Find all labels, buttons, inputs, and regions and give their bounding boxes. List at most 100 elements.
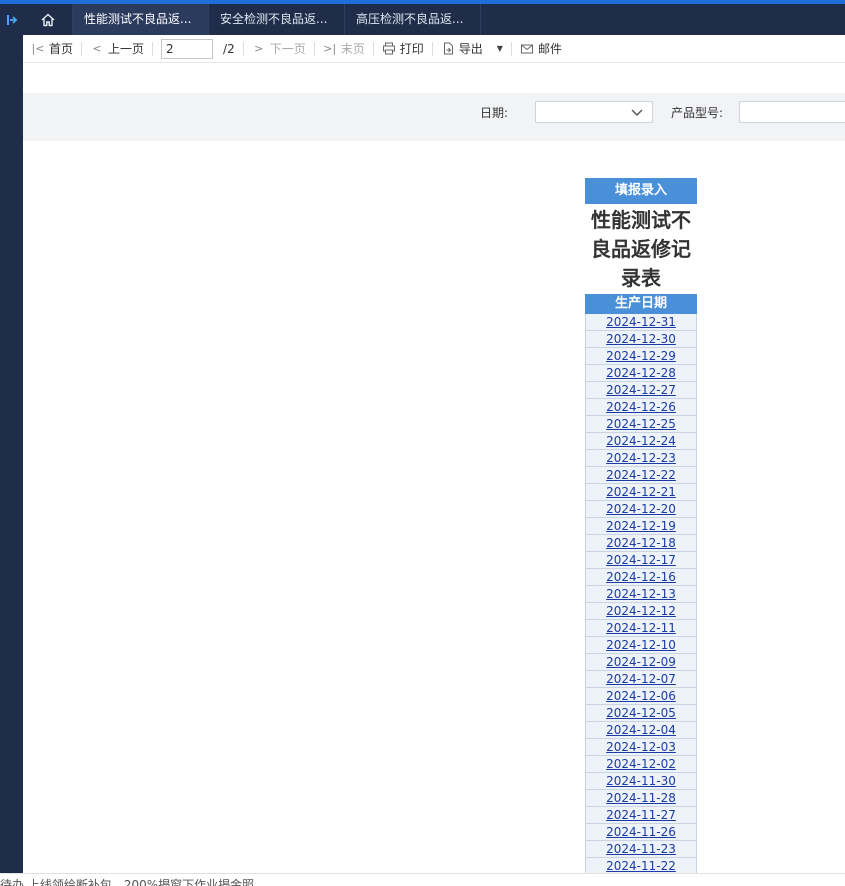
chevron-right-icon: > xyxy=(254,42,264,55)
date-link[interactable]: 2024-12-25 xyxy=(606,417,676,431)
date-link[interactable]: 2024-11-28 xyxy=(606,791,676,805)
export-icon xyxy=(443,42,453,55)
separator xyxy=(313,41,315,56)
date-link[interactable]: 2024-12-28 xyxy=(606,366,676,380)
expand-sidebar-icon[interactable] xyxy=(5,13,19,27)
date-link[interactable]: 2024-12-12 xyxy=(606,604,676,618)
date-link[interactable]: 2024-12-09 xyxy=(606,655,676,669)
last-page-icon: >| xyxy=(323,42,337,55)
table-row: 2024-12-27 xyxy=(585,382,697,399)
date-link[interactable]: 2024-12-23 xyxy=(606,451,676,465)
date-link[interactable]: 2024-12-04 xyxy=(606,723,676,737)
caret-down-icon[interactable]: ▼ xyxy=(497,44,503,53)
first-page-icon: |< xyxy=(31,42,45,55)
date-link[interactable]: 2024-12-02 xyxy=(606,757,676,771)
left-sidebar xyxy=(0,4,23,873)
page-number-input[interactable] xyxy=(161,38,214,59)
table-row: 2024-12-17 xyxy=(585,552,697,569)
table-row: 2024-12-30 xyxy=(585,331,697,348)
date-link[interactable]: 2024-11-23 xyxy=(606,842,676,856)
next-page-button[interactable]: > 下一页 xyxy=(252,35,306,63)
date-link[interactable]: 2024-12-17 xyxy=(606,553,676,567)
report-title: 性能测试不良品返修记录表 xyxy=(591,208,691,290)
date-link[interactable]: 2024-12-07 xyxy=(606,672,676,686)
date-link[interactable]: 2024-12-19 xyxy=(606,519,676,533)
first-page-button[interactable]: |< 首页 xyxy=(31,35,73,63)
table-row: 2024-12-11 xyxy=(585,620,697,637)
column-header-production-date: 生产日期 xyxy=(585,294,697,314)
date-link[interactable]: 2024-12-30 xyxy=(606,332,676,346)
print-button[interactable]: 打印 xyxy=(382,35,424,63)
report-sheet: 填报录入 性能测试不良品返修记录表 生产日期 2024-12-31 2024-12… xyxy=(585,178,697,875)
table-row: 2024-12-10 xyxy=(585,637,697,654)
date-list: 2024-12-31 2024-12-30 2024-12-29 2024-12-28… xyxy=(585,314,697,875)
separator xyxy=(242,41,244,56)
product-model-label: 产品型号: xyxy=(671,106,724,120)
chevron-left-icon: < xyxy=(92,42,102,55)
table-row: 2024-12-22 xyxy=(585,467,697,484)
date-link[interactable]: 2024-12-20 xyxy=(606,502,676,516)
table-row: 2024-12-16 xyxy=(585,569,697,586)
date-link[interactable]: 2024-11-26 xyxy=(606,825,676,839)
product-model-input[interactable] xyxy=(739,101,845,123)
date-link[interactable]: 2024-11-27 xyxy=(606,808,676,822)
last-page-button[interactable]: >| 末页 xyxy=(323,35,364,63)
date-link[interactable]: 2024-12-11 xyxy=(606,621,676,635)
tab-safety-test[interactable]: 安全检测不良品返... xyxy=(209,4,345,35)
date-filter-label: 日期: xyxy=(480,106,509,120)
export-button[interactable]: 导出 ▼ xyxy=(441,35,503,63)
separator xyxy=(372,41,374,56)
tab-performance-test[interactable]: 性能测试不良品返... xyxy=(73,4,209,35)
date-link[interactable]: 2024-12-03 xyxy=(606,740,676,754)
status-bar: 待办 上线领绘断补包，200%揭窗下作业揭金照 xyxy=(0,873,845,886)
date-link[interactable]: 2024-11-22 xyxy=(606,859,676,873)
home-button[interactable] xyxy=(23,4,73,35)
table-row: 2024-11-23 xyxy=(585,841,697,858)
date-link[interactable]: 2024-11-30 xyxy=(606,774,676,788)
date-link[interactable]: 2024-12-06 xyxy=(606,689,676,703)
date-link[interactable]: 2024-12-18 xyxy=(606,536,676,550)
mail-icon xyxy=(520,44,533,54)
date-link[interactable]: 2024-12-26 xyxy=(606,400,676,414)
fill-entry-button[interactable]: 填报录入 xyxy=(585,178,697,204)
table-row: 2024-12-06 xyxy=(585,688,697,705)
date-link[interactable]: 2024-12-13 xyxy=(606,587,676,601)
table-row: 2024-12-21 xyxy=(585,484,697,501)
date-link[interactable]: 2024-12-24 xyxy=(606,434,676,448)
table-row: 2024-12-02 xyxy=(585,756,697,773)
separator xyxy=(431,41,433,56)
table-row: 2024-12-12 xyxy=(585,603,697,620)
separator xyxy=(152,41,154,56)
table-row: 2024-12-26 xyxy=(585,399,697,416)
table-row: 2024-12-18 xyxy=(585,535,697,552)
table-row: 2024-12-03 xyxy=(585,739,697,756)
date-link[interactable]: 2024-12-29 xyxy=(606,349,676,363)
date-link[interactable]: 2024-12-27 xyxy=(606,383,676,397)
total-pages: /2 xyxy=(223,41,235,56)
separator xyxy=(81,41,83,56)
report-toolbar: |< 首页 < 上一页 /2 > 下一页 >| 末页 打印 导出 ▼ xyxy=(23,35,845,63)
date-select[interactable] xyxy=(535,101,653,123)
table-row: 2024-12-19 xyxy=(585,518,697,535)
date-link[interactable]: 2024-12-31 xyxy=(606,315,676,329)
table-row: 2024-12-07 xyxy=(585,671,697,688)
table-row: 2024-12-28 xyxy=(585,365,697,382)
table-row: 2024-12-25 xyxy=(585,416,697,433)
table-row: 2024-11-27 xyxy=(585,807,697,824)
date-link[interactable]: 2024-12-10 xyxy=(606,638,676,652)
prev-page-button[interactable]: < 上一页 xyxy=(90,35,144,63)
mail-button[interactable]: 邮件 xyxy=(520,35,562,63)
separator xyxy=(510,41,512,56)
table-row: 2024-12-09 xyxy=(585,654,697,671)
date-link[interactable]: 2024-12-21 xyxy=(606,485,676,499)
tab-bar: 性能测试不良品返... 安全检测不良品返... 高压检测不良品返... xyxy=(23,4,845,35)
date-link[interactable]: 2024-12-16 xyxy=(606,570,676,584)
table-row: 2024-12-31 xyxy=(585,314,697,331)
table-row: 2024-12-13 xyxy=(585,586,697,603)
table-row: 2024-12-04 xyxy=(585,722,697,739)
printer-icon xyxy=(382,42,395,55)
date-link[interactable]: 2024-12-22 xyxy=(606,468,676,482)
chevron-down-icon xyxy=(631,109,643,116)
date-link[interactable]: 2024-12-05 xyxy=(606,706,676,720)
tab-high-voltage-test[interactable]: 高压检测不良品返... xyxy=(345,4,481,35)
